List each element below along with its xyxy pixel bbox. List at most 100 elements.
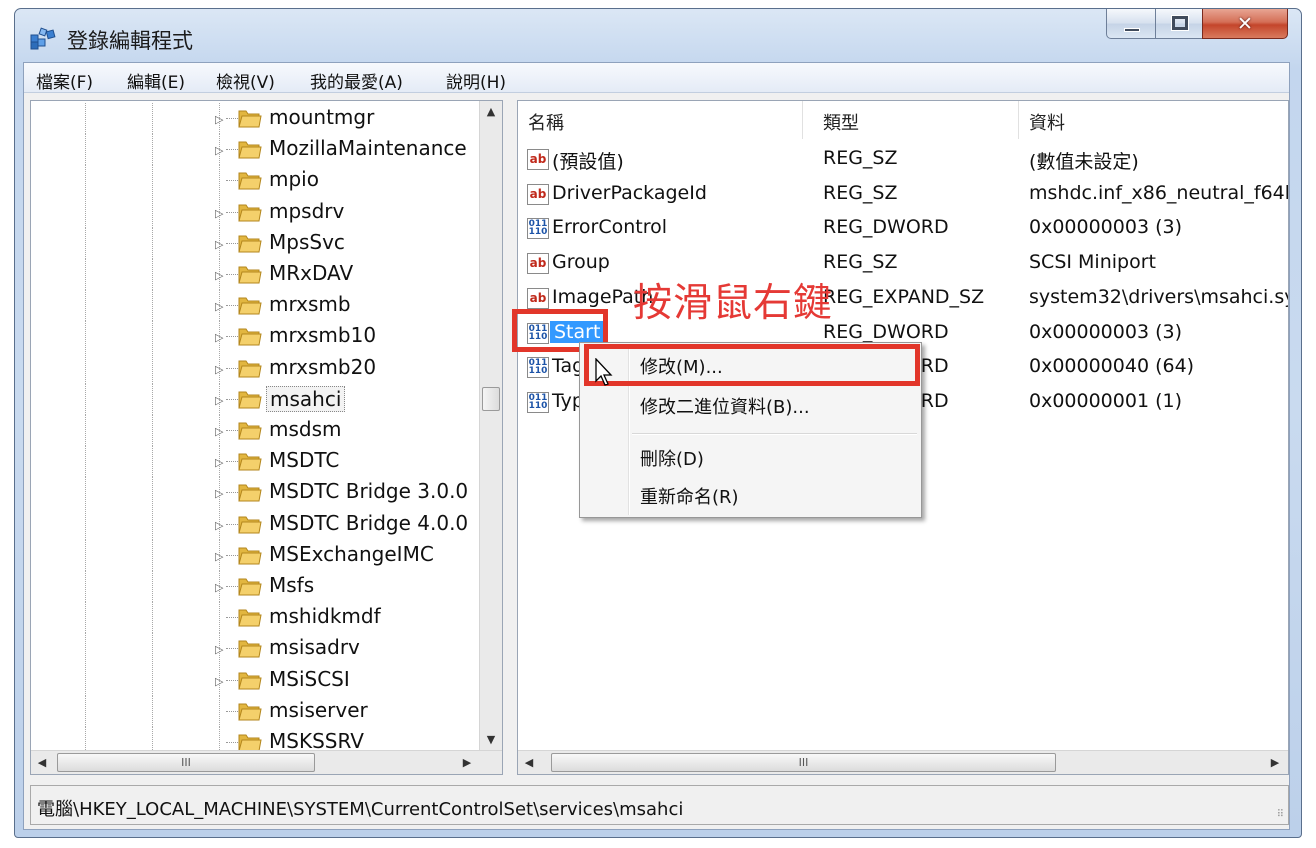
menu-item-delete[interactable]: 刪除(D) <box>640 445 704 471</box>
tree-item-mshidkmdf[interactable]: mshidkmdf <box>31 602 484 634</box>
value-data: system32\drivers\msahci.sy <box>1029 285 1289 308</box>
tree-item-msisadrv[interactable]: ▷ msisadrv <box>31 633 484 665</box>
expand-arrow-icon[interactable]: ▷ <box>215 550 223 563</box>
tree-item-mpio[interactable]: mpio <box>31 165 484 197</box>
tree-guide-line <box>152 633 153 665</box>
tree-guide-line <box>85 227 86 259</box>
menu-view[interactable]: 檢視(V) <box>216 68 275 93</box>
tree-item-mrxdav[interactable]: ▷ MRxDAV <box>31 259 484 290</box>
value-data: (數值未設定) <box>1029 151 1139 173</box>
tree-item-msdtc[interactable]: ▷ MSDTC <box>31 446 484 478</box>
tree-item-label: MozillaMaintenance <box>269 136 467 161</box>
menu-file[interactable]: 檔案(F) <box>36 68 93 93</box>
minimize-button[interactable] <box>1106 9 1156 39</box>
scroll-left-arrow-icon[interactable]: ◀ <box>31 751 53 774</box>
expand-arrow-icon[interactable]: ▷ <box>215 675 223 688</box>
tree-item-msexchangeimc[interactable]: ▷ MSExchangeIMC <box>31 539 484 571</box>
menu-item-rename[interactable]: 重新命名(R) <box>640 483 739 509</box>
expand-arrow-icon[interactable]: ▷ <box>215 300 223 313</box>
column-header-data[interactable]: 資料 <box>1019 101 1288 139</box>
tree-vscroll-thumb[interactable] <box>482 387 500 411</box>
tree-item-msdsm[interactable]: ▷ msdsm <box>31 415 484 446</box>
menu-item-modify-binary[interactable]: 修改二進位資料(B)... <box>640 393 810 419</box>
tree-item-msdtc-bridge-4-0-0[interactable]: ▷ MSDTC Bridge 4.0.0 <box>31 508 484 540</box>
tree-item-mozillamaintenance[interactable]: ▷ MozillaMaintenance <box>31 134 484 166</box>
tree-guide-line <box>85 508 86 540</box>
expand-arrow-icon[interactable]: ▷ <box>215 394 223 407</box>
annotation-modify-highlight <box>584 344 920 386</box>
tree-item-mountmgr[interactable]: ▷ mountmgr <box>31 103 484 134</box>
value-data: 0x00000003 (3) <box>1029 320 1182 343</box>
tree-item-mpssvc[interactable]: ▷ MpsSvc <box>31 227 484 259</box>
expand-arrow-icon[interactable]: ▷ <box>215 519 223 532</box>
string-value-icon: ab <box>527 253 549 275</box>
key-tree-pane[interactable]: ▷ mountmgr ▷ MozillaMaintenance mpio ▷ mpsdrv ▷… <box>30 100 503 775</box>
expand-arrow-icon[interactable]: ▷ <box>215 144 223 157</box>
expand-arrow-icon[interactable]: ▷ <box>215 456 223 469</box>
values-horizontal-scrollbar[interactable]: ◀ III ▶ <box>518 750 1288 774</box>
string-value-icon: ab <box>527 287 549 309</box>
value-data: mshdc.inf_x86_neutral_f64b <box>1029 181 1289 204</box>
tree-item-mrxsmb[interactable]: ▷ mrxsmb <box>31 290 484 322</box>
values-hscroll-thumb[interactable]: III <box>551 753 1056 772</box>
tree-item-msiserver[interactable]: msiserver <box>31 695 484 727</box>
expand-arrow-icon[interactable]: ▷ <box>215 425 223 438</box>
menu-favorites[interactable]: 我的最愛(A) <box>310 68 403 93</box>
tree-vertical-scrollbar[interactable]: ▲ ▼ <box>479 101 502 751</box>
expand-arrow-icon[interactable]: ▷ <box>215 269 223 282</box>
expand-arrow-icon[interactable]: ▷ <box>215 487 223 500</box>
tree-guide-line <box>152 571 153 602</box>
title-bar[interactable]: 登錄編輯程式 ✕ <box>15 9 1301 59</box>
minimize-icon <box>1124 28 1140 32</box>
menu-edit[interactable]: 編輯(E) <box>127 68 185 93</box>
value-name: DriverPackageId <box>552 181 707 204</box>
tree-item-msfs[interactable]: ▷ Msfs <box>31 571 484 602</box>
expand-arrow-icon[interactable]: ▷ <box>215 238 223 251</box>
tree-item-label: mrxsmb20 <box>269 354 377 379</box>
expand-arrow-icon[interactable]: ▷ <box>215 207 223 220</box>
tree-item-label: msiserver <box>269 697 368 722</box>
menu-help[interactable]: 說明(H) <box>446 68 506 93</box>
folder-icon <box>238 672 262 690</box>
tree-horizontal-scrollbar[interactable]: ◀ III ▶ <box>31 750 502 774</box>
tree-item-msahci[interactable]: ▷ msahci <box>31 383 484 415</box>
scroll-right-arrow-icon[interactable]: ▶ <box>1264 751 1286 774</box>
folder-icon <box>238 578 262 596</box>
value-row--[interactable]: ab (預設值) REG_SZ (數值未設定) <box>518 143 1288 177</box>
tree-guide-line <box>152 259 153 290</box>
maximize-button[interactable] <box>1155 9 1203 39</box>
expand-arrow-icon[interactable]: ▷ <box>215 643 223 656</box>
expand-arrow-icon[interactable]: ▷ <box>215 331 223 344</box>
scroll-down-arrow-icon[interactable]: ▼ <box>480 729 502 751</box>
close-button[interactable]: ✕ <box>1202 9 1288 39</box>
mouse-cursor-icon <box>595 358 613 386</box>
scroll-left-arrow-icon[interactable]: ◀ <box>518 751 540 774</box>
folder-icon <box>238 235 262 253</box>
value-row-driverpackageid[interactable]: ab DriverPackageId REG_SZ mshdc.inf_x86_neu… <box>518 178 1289 212</box>
resize-grip-icon[interactable]: ⠿ <box>1277 809 1284 820</box>
tree-item-label: mrxsmb <box>269 292 351 317</box>
tree-item-msdtc-bridge-3-0-0[interactable]: ▷ MSDTC Bridge 3.0.0 <box>31 477 484 509</box>
tree-item-mrxsmb20[interactable]: ▷ mrxsmb20 <box>31 352 484 384</box>
column-header-name[interactable]: 名稱 <box>518 101 803 139</box>
value-row-errorcontrol[interactable]: 011 110 ErrorControl REG_DWORD 0x00000003 (3… <box>518 212 1288 246</box>
expand-arrow-icon[interactable]: ▷ <box>215 113 223 126</box>
folder-icon <box>238 547 262 565</box>
tree-item-mrxsmb10[interactable]: ▷ mrxsmb10 <box>31 321 484 353</box>
expand-arrow-icon[interactable]: ▷ <box>215 363 223 376</box>
tree-guide-line <box>85 571 86 602</box>
tree-guide-line <box>152 508 153 540</box>
tree-guide-line <box>152 415 153 446</box>
scroll-right-arrow-icon[interactable]: ▶ <box>456 751 478 774</box>
value-type: REG_DWORD <box>823 320 949 343</box>
tree-guide-line <box>152 134 153 166</box>
tree-item-msiscsi[interactable]: ▷ MSiSCSI <box>31 664 484 696</box>
tree-item-mpsdrv[interactable]: ▷ mpsdrv <box>31 196 484 228</box>
expand-arrow-icon[interactable]: ▷ <box>215 581 223 594</box>
column-header-type[interactable]: 類型 <box>813 101 1019 139</box>
tree-guide-line <box>152 352 153 384</box>
tree-hscroll-thumb[interactable]: III <box>57 753 315 772</box>
folder-icon <box>238 204 262 222</box>
dword-value-icon: 011 110 <box>527 391 549 413</box>
scroll-up-arrow-icon[interactable]: ▲ <box>480 101 502 123</box>
